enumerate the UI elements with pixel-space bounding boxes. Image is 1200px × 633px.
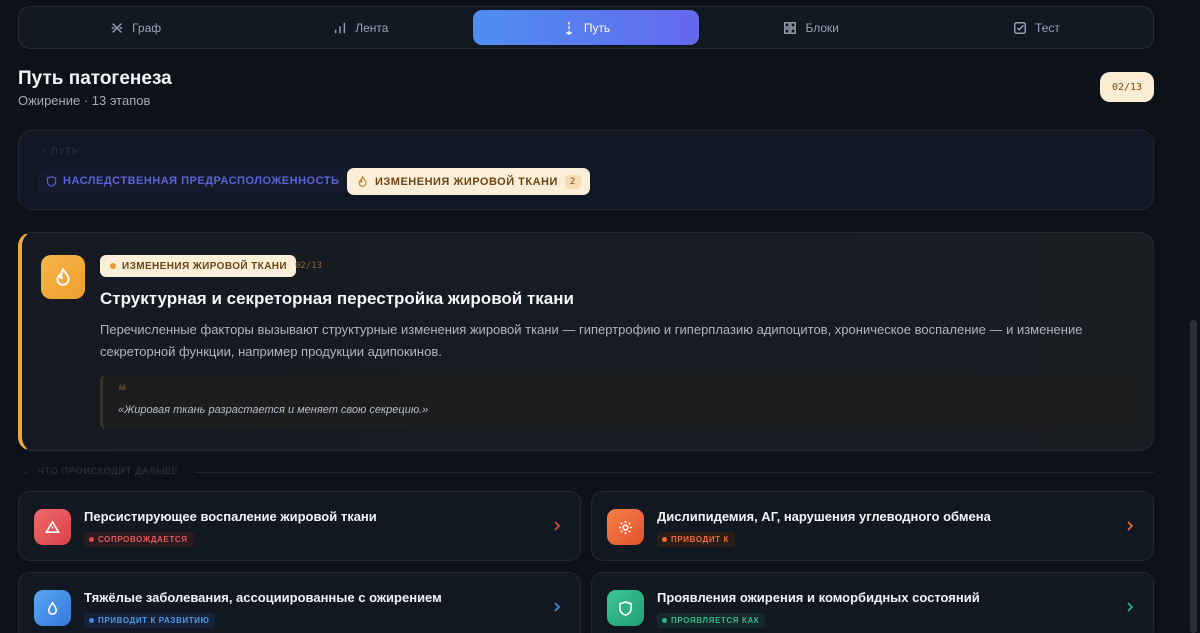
next-item-title: Дислипидемия, АГ, нарушения углеводного … bbox=[657, 509, 991, 524]
grid-icon bbox=[784, 21, 797, 34]
crumb-fat-tissue[interactable]: ИЗМЕНЕНИЯ ЖИРОВОЙ ТКАНИ 2 bbox=[347, 168, 590, 195]
quote-text: «Жировая ткань разрастается и меняет сво… bbox=[118, 404, 429, 416]
path-breadcrumb: + ПУТЬ НАСЛЕДСТВЕННАЯ ПРЕДРАСПОЛОЖЕННОСТ… bbox=[18, 130, 1154, 210]
chevron-right-icon bbox=[554, 521, 561, 531]
drop-icon bbox=[47, 600, 58, 615]
next-item-dyslipidemia[interactable]: Дислипидемия, АГ, нарушения углеводного … bbox=[591, 491, 1154, 561]
flame-icon bbox=[56, 268, 70, 286]
stage-quote: ❝ «Жировая ткань разрастается и меняет с… bbox=[100, 375, 1135, 429]
stage-card: ИЗМЕНЕНИЯ ЖИРОВОЙ ТКАНИ 02/13 Структурна… bbox=[18, 232, 1154, 451]
relation-badge: ПРИВОДИТ К bbox=[657, 532, 735, 547]
path-label: + ПУТЬ bbox=[41, 146, 79, 156]
tab-test-label: Тест bbox=[1035, 20, 1060, 35]
scrollbar-thumb[interactable] bbox=[1190, 320, 1197, 633]
stage-counter: 02/13 bbox=[1100, 72, 1154, 102]
tab-graph-label: Граф bbox=[132, 20, 162, 35]
page-title: Путь патогенеза bbox=[18, 68, 172, 89]
stage-title: Структурная и секреторная перестройка жи… bbox=[100, 289, 574, 308]
path-icon bbox=[565, 21, 572, 35]
tab-blocks-label: Блоки bbox=[805, 20, 839, 35]
relation-badge-label: ПРИВОДИТ К РАЗВИТИЮ bbox=[98, 616, 210, 625]
divider bbox=[194, 472, 1154, 473]
bar-chart-icon bbox=[335, 22, 346, 33]
sun-icon bbox=[618, 520, 633, 534]
stage-number: 02/13 bbox=[295, 261, 323, 271]
next-item-manifestations[interactable]: Проявления ожирения и коморбидных состоя… bbox=[591, 572, 1154, 633]
next-item-icon-tile bbox=[34, 509, 71, 545]
graph-icon bbox=[111, 22, 123, 33]
stage-badge-label: ИЗМЕНЕНИЯ ЖИРОВОЙ ТКАНИ bbox=[122, 260, 288, 272]
path-label-text: ПУТЬ bbox=[51, 146, 79, 156]
next-item-title: Тяжёлые заболевания, ассоциированные с о… bbox=[84, 590, 442, 605]
arrow-right-icon: → bbox=[20, 466, 30, 476]
next-item-icon-tile bbox=[34, 590, 71, 626]
checkbox-icon bbox=[1014, 21, 1026, 34]
view-tabs: Граф Лента Путь Блоки Тест bbox=[18, 6, 1154, 49]
status-dot bbox=[662, 618, 667, 623]
quote-icon: ❝ bbox=[118, 383, 127, 400]
relation-badge-label: ПРОЯВЛЯЕТСЯ КАК bbox=[671, 616, 760, 625]
shield-icon bbox=[619, 600, 632, 616]
crumb-fat-tissue-label: ИЗМЕНЕНИЯ ЖИРОВОЙ ТКАНИ bbox=[375, 175, 558, 188]
tab-path-label: Путь bbox=[583, 20, 611, 35]
next-item-icon-tile bbox=[607, 509, 644, 545]
next-item-title: Персистирующее воспаление жировой ткани bbox=[84, 509, 377, 524]
flame-icon bbox=[358, 176, 367, 187]
relation-badge-label: СОПРОВОЖДАЕТСЯ bbox=[98, 535, 188, 544]
status-dot bbox=[662, 537, 667, 542]
plus-icon: + bbox=[41, 146, 48, 156]
page-subtitle: Ожирение · 13 этапов bbox=[18, 93, 151, 108]
status-dot bbox=[89, 537, 94, 542]
relation-badge: ПРОЯВЛЯЕТСЯ КАК bbox=[657, 613, 766, 628]
next-section-label: → ЧТО ПРОИСХОДИТ ДАЛЬШЕ bbox=[20, 466, 178, 476]
relation-badge-label: ПРИВОДИТ К bbox=[671, 535, 729, 544]
relation-badge: ПРИВОДИТ К РАЗВИТИЮ bbox=[84, 613, 216, 628]
next-item-title: Проявления ожирения и коморбидных состоя… bbox=[657, 590, 980, 605]
status-dot bbox=[89, 618, 94, 623]
stage-description: Перечисленные факторы вызывают структурн… bbox=[100, 322, 1083, 359]
tab-feed-label: Лента bbox=[355, 20, 389, 35]
tab-test[interactable]: Тест bbox=[924, 10, 1149, 45]
next-section-text: ЧТО ПРОИСХОДИТ ДАЛЬШЕ bbox=[37, 466, 179, 476]
relation-badge: СОПРОВОЖДАЕТСЯ bbox=[84, 532, 194, 547]
shield-icon bbox=[46, 175, 57, 187]
chevron-right-icon bbox=[1127, 521, 1134, 531]
warning-icon bbox=[45, 519, 60, 533]
chevron-right-icon bbox=[1127, 602, 1134, 612]
chevron-right-icon bbox=[554, 602, 561, 612]
stage-badge: ИЗМЕНЕНИЯ ЖИРОВОЙ ТКАНИ bbox=[100, 255, 297, 277]
stage-icon-tile bbox=[41, 255, 85, 299]
next-item-severe-diseases[interactable]: Тяжёлые заболевания, ассоциированные с о… bbox=[18, 572, 581, 633]
next-item-inflammation[interactable]: Персистирующее воспаление жировой ткани … bbox=[18, 491, 581, 561]
tab-blocks[interactable]: Блоки bbox=[699, 10, 924, 45]
status-dot bbox=[110, 263, 116, 269]
crumb-count: 2 bbox=[564, 174, 581, 189]
crumb-hereditary[interactable]: НАСЛЕДСТВЕННАЯ ПРЕДРАСПОЛОЖЕННОСТЬ bbox=[38, 169, 349, 193]
tab-path[interactable]: Путь bbox=[473, 10, 699, 45]
crumb-hereditary-label: НАСЛЕДСТВЕННАЯ ПРЕДРАСПОЛОЖЕННОСТЬ bbox=[63, 175, 340, 187]
tab-graph[interactable]: Граф bbox=[23, 10, 248, 45]
tab-feed[interactable]: Лента bbox=[248, 10, 473, 45]
next-item-icon-tile bbox=[607, 590, 644, 626]
